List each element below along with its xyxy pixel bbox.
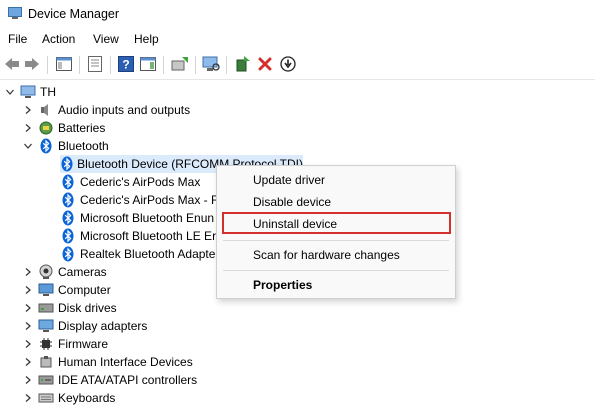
svg-text:?: ? [122, 58, 129, 72]
chevron-right-icon[interactable] [22, 320, 34, 332]
disk-drive-icon [38, 300, 54, 316]
menu-bar: File Action View Help [0, 30, 595, 50]
show-hide-console-tree-icon[interactable] [54, 54, 74, 74]
menu-file[interactable]: File [6, 32, 29, 46]
tree-item-label: Audio inputs and outputs [58, 103, 191, 117]
keyboard-icon [38, 390, 54, 406]
bluetooth-icon [60, 192, 76, 208]
tree-item-ide-ata-atapi[interactable]: IDE ATA/ATAPI controllers [22, 371, 197, 389]
menu-help[interactable]: Help [132, 32, 161, 46]
menu-item-disable-device[interactable]: Disable device [253, 195, 331, 209]
chevron-right-icon[interactable] [22, 374, 34, 386]
tree-item-ms-bluetooth-enum[interactable]: Microsoft Bluetooth Enun [60, 209, 214, 227]
tree-item-label: IDE ATA/ATAPI controllers [58, 373, 198, 387]
uninstall-highlight-box [222, 212, 451, 234]
tree-item-label: Bluetooth [58, 139, 109, 153]
menu-separator [223, 270, 449, 271]
tree-item-bluetooth[interactable]: Bluetooth [22, 137, 109, 155]
update-driver-icon[interactable] [170, 54, 190, 74]
chevron-right-icon[interactable] [22, 356, 34, 368]
tree-item-label: Computer [58, 283, 111, 297]
chevron-right-icon[interactable] [22, 392, 34, 404]
title-bar: Device Manager [0, 0, 595, 28]
tree-item-disk-drives[interactable]: Disk drives [22, 299, 117, 317]
bluetooth-icon [60, 210, 76, 226]
tree-item-label: Cederic's AirPods Max [80, 175, 201, 189]
device-manager-app-icon [8, 7, 22, 19]
camera-icon [38, 264, 54, 280]
tree-item-label: Batteries [58, 121, 106, 135]
tree-item-batteries[interactable]: Batteries [22, 119, 105, 137]
uninstall-device-icon[interactable] [255, 54, 275, 74]
display-adapter-icon [38, 318, 54, 334]
tree-item-label: Display adapters [58, 319, 148, 333]
tree-item-audio[interactable]: Audio inputs and outputs [22, 101, 190, 119]
chevron-right-icon[interactable] [22, 122, 34, 134]
tree-item-hid[interactable]: Human Interface Devices [22, 353, 193, 371]
tree-item-label: Microsoft Bluetooth Enun [80, 211, 215, 225]
chevron-down-icon[interactable] [4, 86, 16, 98]
ide-controller-icon [38, 372, 54, 388]
tree-item-cameras[interactable]: Cameras [22, 263, 107, 281]
menu-item-update-driver[interactable]: Update driver [253, 173, 325, 187]
toolbar: ? [0, 52, 595, 78]
tree-item-airpods-max-f[interactable]: Cederic's AirPods Max - F [60, 191, 218, 209]
bluetooth-icon [38, 138, 54, 154]
tree-item-label: Human Interface Devices [58, 355, 193, 369]
chevron-down-icon[interactable] [22, 140, 34, 152]
tree-root-label: TH [40, 85, 56, 99]
tree-item-label: Keyboards [58, 391, 116, 405]
tree-item-display-adapters[interactable]: Display adapters [22, 317, 147, 335]
disable-device-icon[interactable] [278, 54, 298, 74]
tree-item-label: Disk drives [58, 301, 117, 315]
menu-item-properties[interactable]: Properties [253, 278, 312, 292]
forward-arrow-icon[interactable] [22, 54, 42, 74]
bluetooth-icon [60, 156, 73, 172]
help-icon[interactable]: ? [116, 54, 136, 74]
show-action-pane-icon[interactable] [138, 54, 158, 74]
tree-item-keyboards[interactable]: Keyboards [22, 389, 115, 407]
hid-icon [38, 354, 54, 370]
tree-item-realtek-adapter[interactable]: Realtek Bluetooth Adapte [60, 245, 215, 263]
tree-item-ms-bluetooth-le[interactable]: Microsoft Bluetooth LE Er [60, 227, 216, 245]
properties-icon[interactable] [85, 54, 105, 74]
chevron-right-icon[interactable] [22, 266, 34, 278]
window-title: Device Manager [28, 7, 120, 21]
enable-device-icon[interactable] [233, 54, 253, 74]
battery-icon [38, 120, 54, 136]
chevron-right-icon[interactable] [22, 302, 34, 314]
tree-item-airpods-max[interactable]: Cederic's AirPods Max [60, 173, 200, 191]
tree-item-label: Cederic's AirPods Max - F [80, 193, 219, 207]
bluetooth-icon [60, 246, 76, 262]
tree-item-computer[interactable]: Computer [22, 281, 111, 299]
tree-item-label: Microsoft Bluetooth LE Er [80, 229, 217, 243]
computer-icon [20, 84, 36, 100]
tree-item-firmware[interactable]: Firmware [22, 335, 108, 353]
chevron-right-icon[interactable] [22, 284, 34, 296]
tree-root-th[interactable]: TH [4, 83, 56, 101]
menu-view[interactable]: View [91, 32, 121, 46]
menu-item-scan-hardware[interactable]: Scan for hardware changes [253, 248, 400, 262]
bluetooth-icon [60, 174, 76, 190]
monitor-icon [38, 282, 54, 298]
speaker-icon [38, 102, 54, 118]
tree-item-label: Cameras [58, 265, 107, 279]
tree-item-label: Realtek Bluetooth Adapte [80, 247, 216, 261]
menu-separator [223, 240, 449, 241]
firmware-chip-icon [38, 336, 54, 352]
back-arrow-icon[interactable] [2, 54, 22, 74]
tree-item-label: Firmware [58, 337, 108, 351]
chevron-right-icon[interactable] [22, 104, 34, 116]
chevron-right-icon[interactable] [22, 338, 34, 350]
scan-hardware-icon[interactable] [201, 54, 221, 74]
menu-action[interactable]: Action [40, 32, 77, 46]
bluetooth-icon [60, 228, 76, 244]
